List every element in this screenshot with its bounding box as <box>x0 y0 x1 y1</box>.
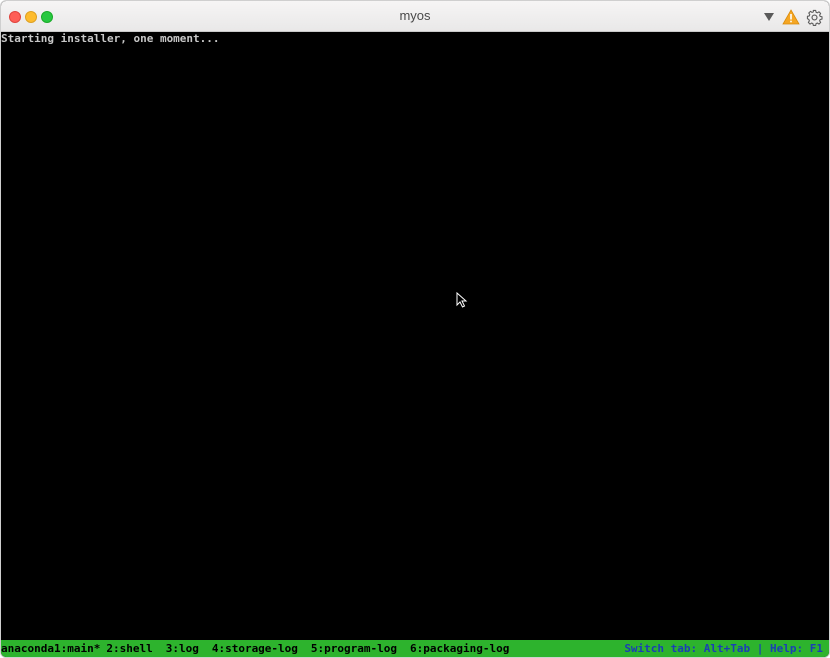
tab-packaging-log[interactable]: 6:packaging-log <box>410 640 509 657</box>
tab-anaconda-main[interactable]: anaconda1:main* <box>1 640 100 657</box>
titlebar-controls <box>762 7 823 27</box>
tab-program-log[interactable]: 5:program-log <box>311 640 397 657</box>
console-line: Starting installer, one moment... <box>1 32 220 45</box>
tmux-status-bar: anaconda1:main* 2:shell 3:log 4:storage-… <box>1 640 829 657</box>
dropdown-arrow-icon[interactable] <box>762 10 776 24</box>
terminal-screen[interactable]: Starting installer, one moment... <box>1 32 829 642</box>
tab-shell[interactable]: 2:shell <box>106 640 152 657</box>
mouse-pointer-icon <box>456 292 468 308</box>
help-hint: Switch tab: Alt+Tab | Help: F1 <box>624 642 823 655</box>
tab-list: anaconda1:main* 2:shell 3:log 4:storage-… <box>1 640 522 657</box>
vm-window: myos Starting installer, one moment... a… <box>0 0 830 658</box>
tab-storage-log[interactable]: 4:storage-log <box>212 640 298 657</box>
window-title: myos <box>399 8 431 23</box>
gear-icon[interactable] <box>806 9 823 26</box>
titlebar: myos <box>1 1 829 32</box>
warning-icon[interactable] <box>782 9 800 25</box>
tab-log[interactable]: 3:log <box>166 640 199 657</box>
